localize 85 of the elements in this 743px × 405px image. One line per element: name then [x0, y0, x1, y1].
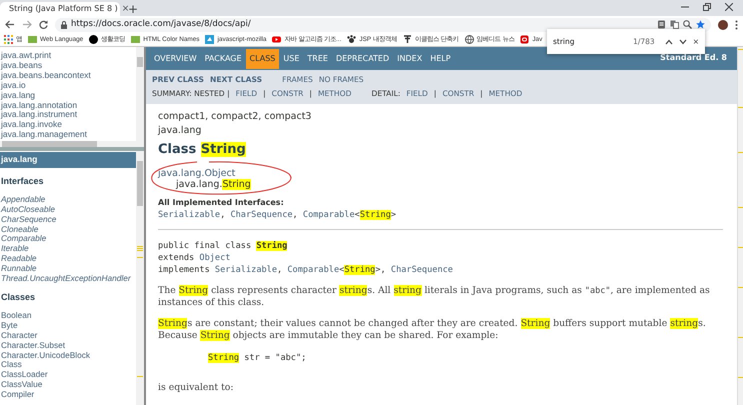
scrollbar[interactable] — [136, 47, 144, 141]
package-link[interactable]: java.lang.instrument — [1, 110, 136, 120]
nav-tab[interactable]: TREE — [303, 48, 332, 68]
globe-icon[interactable] — [464, 34, 474, 44]
class-link[interactable]: Character.UnicodeBlock — [0, 350, 136, 360]
code-line: public final class String — [158, 240, 288, 252]
address-bar[interactable]: https://docs.oracle.com/javase/8/docs/api/ — [55, 18, 711, 32]
close-icon[interactable] — [725, 2, 733, 10]
type-link[interactable]: Serializable — [158, 210, 220, 220]
description-paragraph: The String class represents character strings. All string literals in Java programs, such as "abc", are implemented as instances of this class. — [158, 284, 711, 308]
package-link[interactable]: java.beans — [1, 60, 136, 71]
code-line: implements Serializable, Comparable<String>, CharSequence — [158, 264, 454, 276]
nav-tab[interactable]: HELP — [426, 48, 455, 68]
package-link[interactable]: java.lang.management — [1, 130, 136, 140]
nav-tab[interactable]: CLASS — [246, 48, 280, 68]
zoom-icon[interactable] — [683, 20, 692, 29]
class-link[interactable]: AutoCloseable — [0, 204, 136, 215]
class-link[interactable]: Compiler — [0, 390, 136, 400]
scrollbar[interactable] — [0, 141, 144, 147]
section-heading: Classes — [1, 292, 36, 303]
package-link[interactable]: java.awt.print — [1, 51, 136, 61]
code-example: String str = "abc"; — [208, 352, 308, 364]
inheritance-link[interactable]: java.lang.Object — [158, 168, 723, 178]
class-link[interactable]: ClassValue — [0, 380, 136, 390]
code-line: Serializable, CharSequence, Comparable<String> — [158, 208, 398, 220]
paw-icon[interactable] — [347, 34, 356, 44]
code-line: extends Object — [158, 252, 232, 264]
bookmark-icon[interactable] — [402, 34, 412, 44]
package-link[interactable]: java.lang.annotation — [1, 100, 136, 110]
class-link[interactable]: Thread.UncaughtExceptionHandler — [0, 274, 136, 284]
new-tab-button[interactable]: + — [128, 3, 138, 15]
type-link[interactable]: CharSequence — [390, 264, 453, 274]
class-link[interactable]: Runnable — [0, 264, 136, 274]
circle-icon[interactable] — [89, 34, 98, 44]
type-link[interactable]: CharSequence — [230, 210, 293, 220]
class-link[interactable]: Boolean — [0, 310, 136, 321]
nav-tab[interactable]: DEPRECATED — [332, 48, 394, 68]
nav-tab[interactable]: INDEX — [393, 48, 426, 68]
class-title: Class String — [158, 141, 247, 159]
avatar-icon[interactable] — [718, 20, 728, 30]
nav-tab[interactable]: OVERVIEW — [150, 48, 201, 68]
class-link[interactable]: Byte — [0, 320, 136, 331]
menu-icon[interactable] — [735, 20, 738, 30]
close-tab-icon[interactable]: × — [122, 4, 130, 14]
type-link[interactable]: Serializable — [214, 264, 278, 274]
restore-icon[interactable] — [703, 2, 711, 10]
class-link[interactable]: CharSequence — [0, 214, 136, 225]
scrollbar[interactable] — [737, 47, 743, 405]
type-link[interactable]: Comparable — [302, 210, 355, 220]
back-icon[interactable] — [5, 20, 15, 29]
class-link[interactable]: Readable — [0, 254, 136, 264]
inheritance-line: java.lang.String — [174, 178, 252, 190]
apps-icon[interactable] — [4, 34, 13, 44]
star-icon[interactable] — [696, 20, 705, 29]
class-link[interactable]: Comparable — [0, 234, 136, 244]
package-link[interactable]: java.io — [1, 80, 136, 91]
translate-icon[interactable] — [670, 20, 679, 29]
class-link[interactable]: Character.Subset — [0, 340, 136, 350]
platform-label: Standard Ed. 8 — [660, 52, 728, 64]
play-icon[interactable] — [272, 34, 282, 44]
reload-icon[interactable] — [39, 20, 48, 29]
down-icon[interactable] — [678, 38, 687, 44]
nav-tab[interactable]: PACKAGE — [200, 48, 246, 68]
package-label: java.lang — [158, 124, 202, 138]
package-link[interactable]: java.lang.invoke — [1, 120, 136, 130]
description-paragraph: is equivalent to: — [158, 382, 235, 394]
class-link[interactable]: Iterable — [0, 244, 136, 254]
class-link[interactable]: Appendable — [0, 194, 136, 205]
package-title: java.lang — [0, 152, 136, 168]
class-link[interactable]: Character — [0, 330, 136, 341]
section-heading: Interfaces — [1, 176, 45, 187]
package-link[interactable]: java.beans.beancontext — [1, 70, 136, 81]
section-label: All Implemented Interfaces: — [158, 196, 285, 208]
nav-tab[interactable]: USE — [279, 48, 304, 68]
class-link[interactable]: Cloneable — [0, 224, 136, 234]
lock-icon — [61, 20, 67, 28]
type-link[interactable]: Object — [199, 252, 230, 262]
class-link[interactable]: ClassLoader — [0, 370, 136, 380]
type-link[interactable]: Comparable — [287, 264, 340, 274]
scrollbar[interactable] — [136, 151, 144, 405]
class-link[interactable]: Class — [0, 360, 136, 370]
package-link[interactable]: java.lang — [1, 90, 136, 101]
document-icon[interactable] — [657, 20, 666, 29]
package-label: compact1, compact2, compact3 — [158, 110, 312, 124]
up-icon[interactable] — [664, 38, 673, 44]
